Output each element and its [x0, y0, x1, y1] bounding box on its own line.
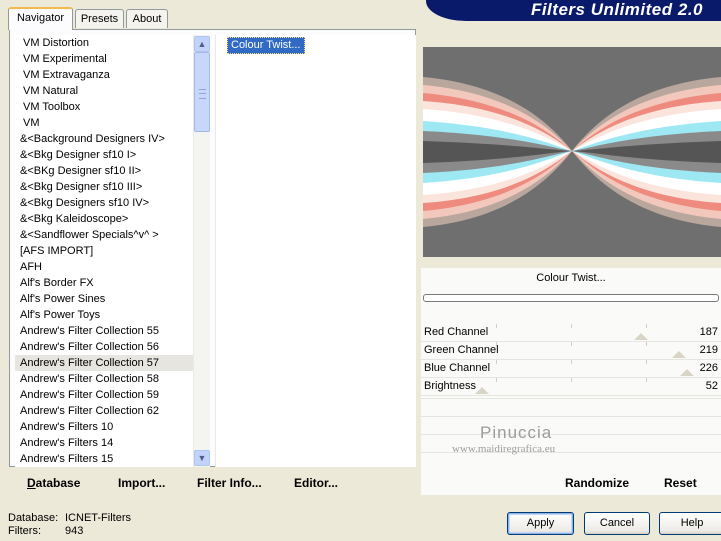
category-item[interactable]: Andrew's Filter Collection 62 [15, 403, 193, 419]
slider-tick [646, 324, 647, 328]
watermark-url: www.maidiregrafica.eu [452, 443, 556, 455]
category-item[interactable]: Andrew's Filters 10 [15, 419, 193, 435]
navigator-button-bar: Database Import... Filter Info... Editor… [12, 467, 416, 495]
category-item[interactable]: Andrew's Filter Collection 55 [15, 323, 193, 339]
slider-row[interactable]: Blue Channel 226 [421, 360, 721, 378]
slider-divider [421, 395, 721, 396]
slider-tick [646, 378, 647, 382]
category-list[interactable]: VM Distortion VM Experimental VM Extravaga… [15, 35, 193, 467]
slider-thumb[interactable] [671, 351, 686, 358]
slider-thumb[interactable] [475, 387, 490, 394]
chevron-down-icon: ▼ [197, 453, 207, 463]
category-item[interactable]: [AFS IMPORT] [15, 243, 193, 259]
apply-button[interactable]: Apply [507, 512, 574, 535]
filters-count: 943 [65, 525, 84, 537]
category-item[interactable]: AFH [15, 259, 193, 275]
tab-about[interactable]: About [126, 9, 168, 28]
database-label: Database: [8, 512, 59, 524]
category-item[interactable]: VM Experimental [15, 51, 193, 67]
database-button-label: atabase [35, 476, 81, 490]
category-item[interactable]: &<Bkg Kaleidoscope> [15, 211, 193, 227]
filter-preview [423, 47, 721, 257]
preview-image [423, 47, 721, 257]
database-value: ICNET-Filters [65, 512, 131, 524]
category-item[interactable]: &<Bkg Designers sf10 IV> [15, 195, 193, 211]
tab-presets[interactable]: Presets [75, 9, 124, 28]
category-item[interactable]: &<Bkg Designer sf10 I> [15, 147, 193, 163]
category-item[interactable]: Andrew's Filter Collection 59 [15, 387, 193, 403]
scroll-up-button[interactable]: ▲ [194, 36, 210, 52]
filter-controls-panel: Colour Twist... Red Channel 187 Green Chan… [421, 268, 721, 495]
slider-value: 219 [699, 344, 718, 356]
category-item[interactable]: VM Distortion [15, 35, 193, 51]
slider-tick [571, 378, 572, 382]
tab-navigator[interactable]: Navigator [8, 7, 73, 30]
empty-control-row [421, 398, 721, 399]
app-banner: Filters Unlimited 2.0 [426, 0, 721, 21]
slider-tick [646, 342, 647, 346]
slider-tick [571, 324, 572, 328]
empty-control-row [421, 416, 721, 417]
slider-tick [646, 360, 647, 364]
category-item[interactable]: &<BKg Designer sf10 II> [15, 163, 193, 179]
filter-info-button[interactable]: Filter Info... [197, 476, 262, 490]
cancel-button[interactable]: Cancel [584, 512, 650, 535]
database-info: Database: ICNET-Filters [8, 512, 131, 524]
slider-thumb[interactable] [679, 369, 694, 376]
filters-label: Filters: [8, 525, 41, 537]
slider-label: Green Channel [424, 344, 499, 356]
app-title: Filters Unlimited 2.0 [530, 0, 703, 19]
category-item[interactable]: Andrew's Filter Collection 58 [15, 371, 193, 387]
scroll-thumb[interactable] [194, 52, 210, 132]
slider-thumb[interactable] [634, 333, 648, 340]
category-item[interactable]: Andrew's Filter Collection 56 [15, 339, 193, 355]
editor-button[interactable]: Editor... [294, 476, 338, 490]
category-item[interactable]: Andrew's Filters 14 [15, 435, 193, 451]
slider-label: Brightness [424, 380, 476, 392]
slider-label: Blue Channel [424, 362, 491, 374]
slider-tick [571, 360, 572, 364]
category-item[interactable]: Alf's Border FX [15, 275, 193, 291]
slider-tick [496, 324, 497, 328]
slider-value: 52 [705, 380, 718, 392]
filter-item[interactable]: Colour Twist... [227, 37, 305, 54]
slider-row[interactable]: Red Channel 187 [421, 324, 721, 342]
progress-bar [423, 294, 719, 302]
category-item[interactable]: &<Bkg Designer sf10 III> [15, 179, 193, 195]
filters-info: Filters: 943 [8, 525, 83, 537]
slider-row[interactable]: Green Channel 219 [421, 342, 721, 360]
current-filter-name: Colour Twist... [536, 272, 606, 284]
chevron-up-icon: ▲ [197, 39, 207, 49]
category-item[interactable]: Andrew's Filters 15 [15, 451, 193, 467]
slider-value: 226 [699, 362, 718, 374]
scroll-down-button[interactable]: ▼ [194, 450, 210, 466]
category-list-scrollbar[interactable]: ▲ ▼ [193, 35, 210, 467]
slider-label: Red Channel [424, 326, 489, 338]
watermark-name: Pinuccia [480, 423, 553, 442]
import-button[interactable]: Import... [118, 476, 165, 490]
category-item[interactable]: VM [15, 115, 193, 131]
help-button[interactable]: Help [659, 512, 721, 535]
empty-control-row [421, 434, 721, 435]
slider-row[interactable]: Brightness 52 [421, 378, 721, 396]
slider-tick [496, 378, 497, 382]
category-item[interactable]: Andrew's Filter Collection 57 [15, 355, 193, 371]
slider-tick [571, 342, 572, 346]
database-button[interactable]: Database [27, 476, 80, 490]
category-item[interactable]: VM Extravaganza [15, 67, 193, 83]
category-item[interactable]: Alf's Power Sines [15, 291, 193, 307]
category-item[interactable]: VM Natural [15, 83, 193, 99]
reset-button[interactable]: Reset [664, 476, 697, 490]
randomize-button[interactable]: Randomize [565, 476, 629, 490]
slider-value: 187 [699, 326, 718, 338]
category-item[interactable]: Alf's Power Toys [15, 307, 193, 323]
category-item[interactable]: &<Sandflower Specials^v^ > [15, 227, 193, 243]
filter-list[interactable]: Colour Twist... [215, 35, 416, 467]
grip-icon [199, 89, 206, 99]
slider-tick [496, 360, 497, 364]
category-item[interactable]: &<Background Designers IV> [15, 131, 193, 147]
category-item[interactable]: VM Toolbox [15, 99, 193, 115]
